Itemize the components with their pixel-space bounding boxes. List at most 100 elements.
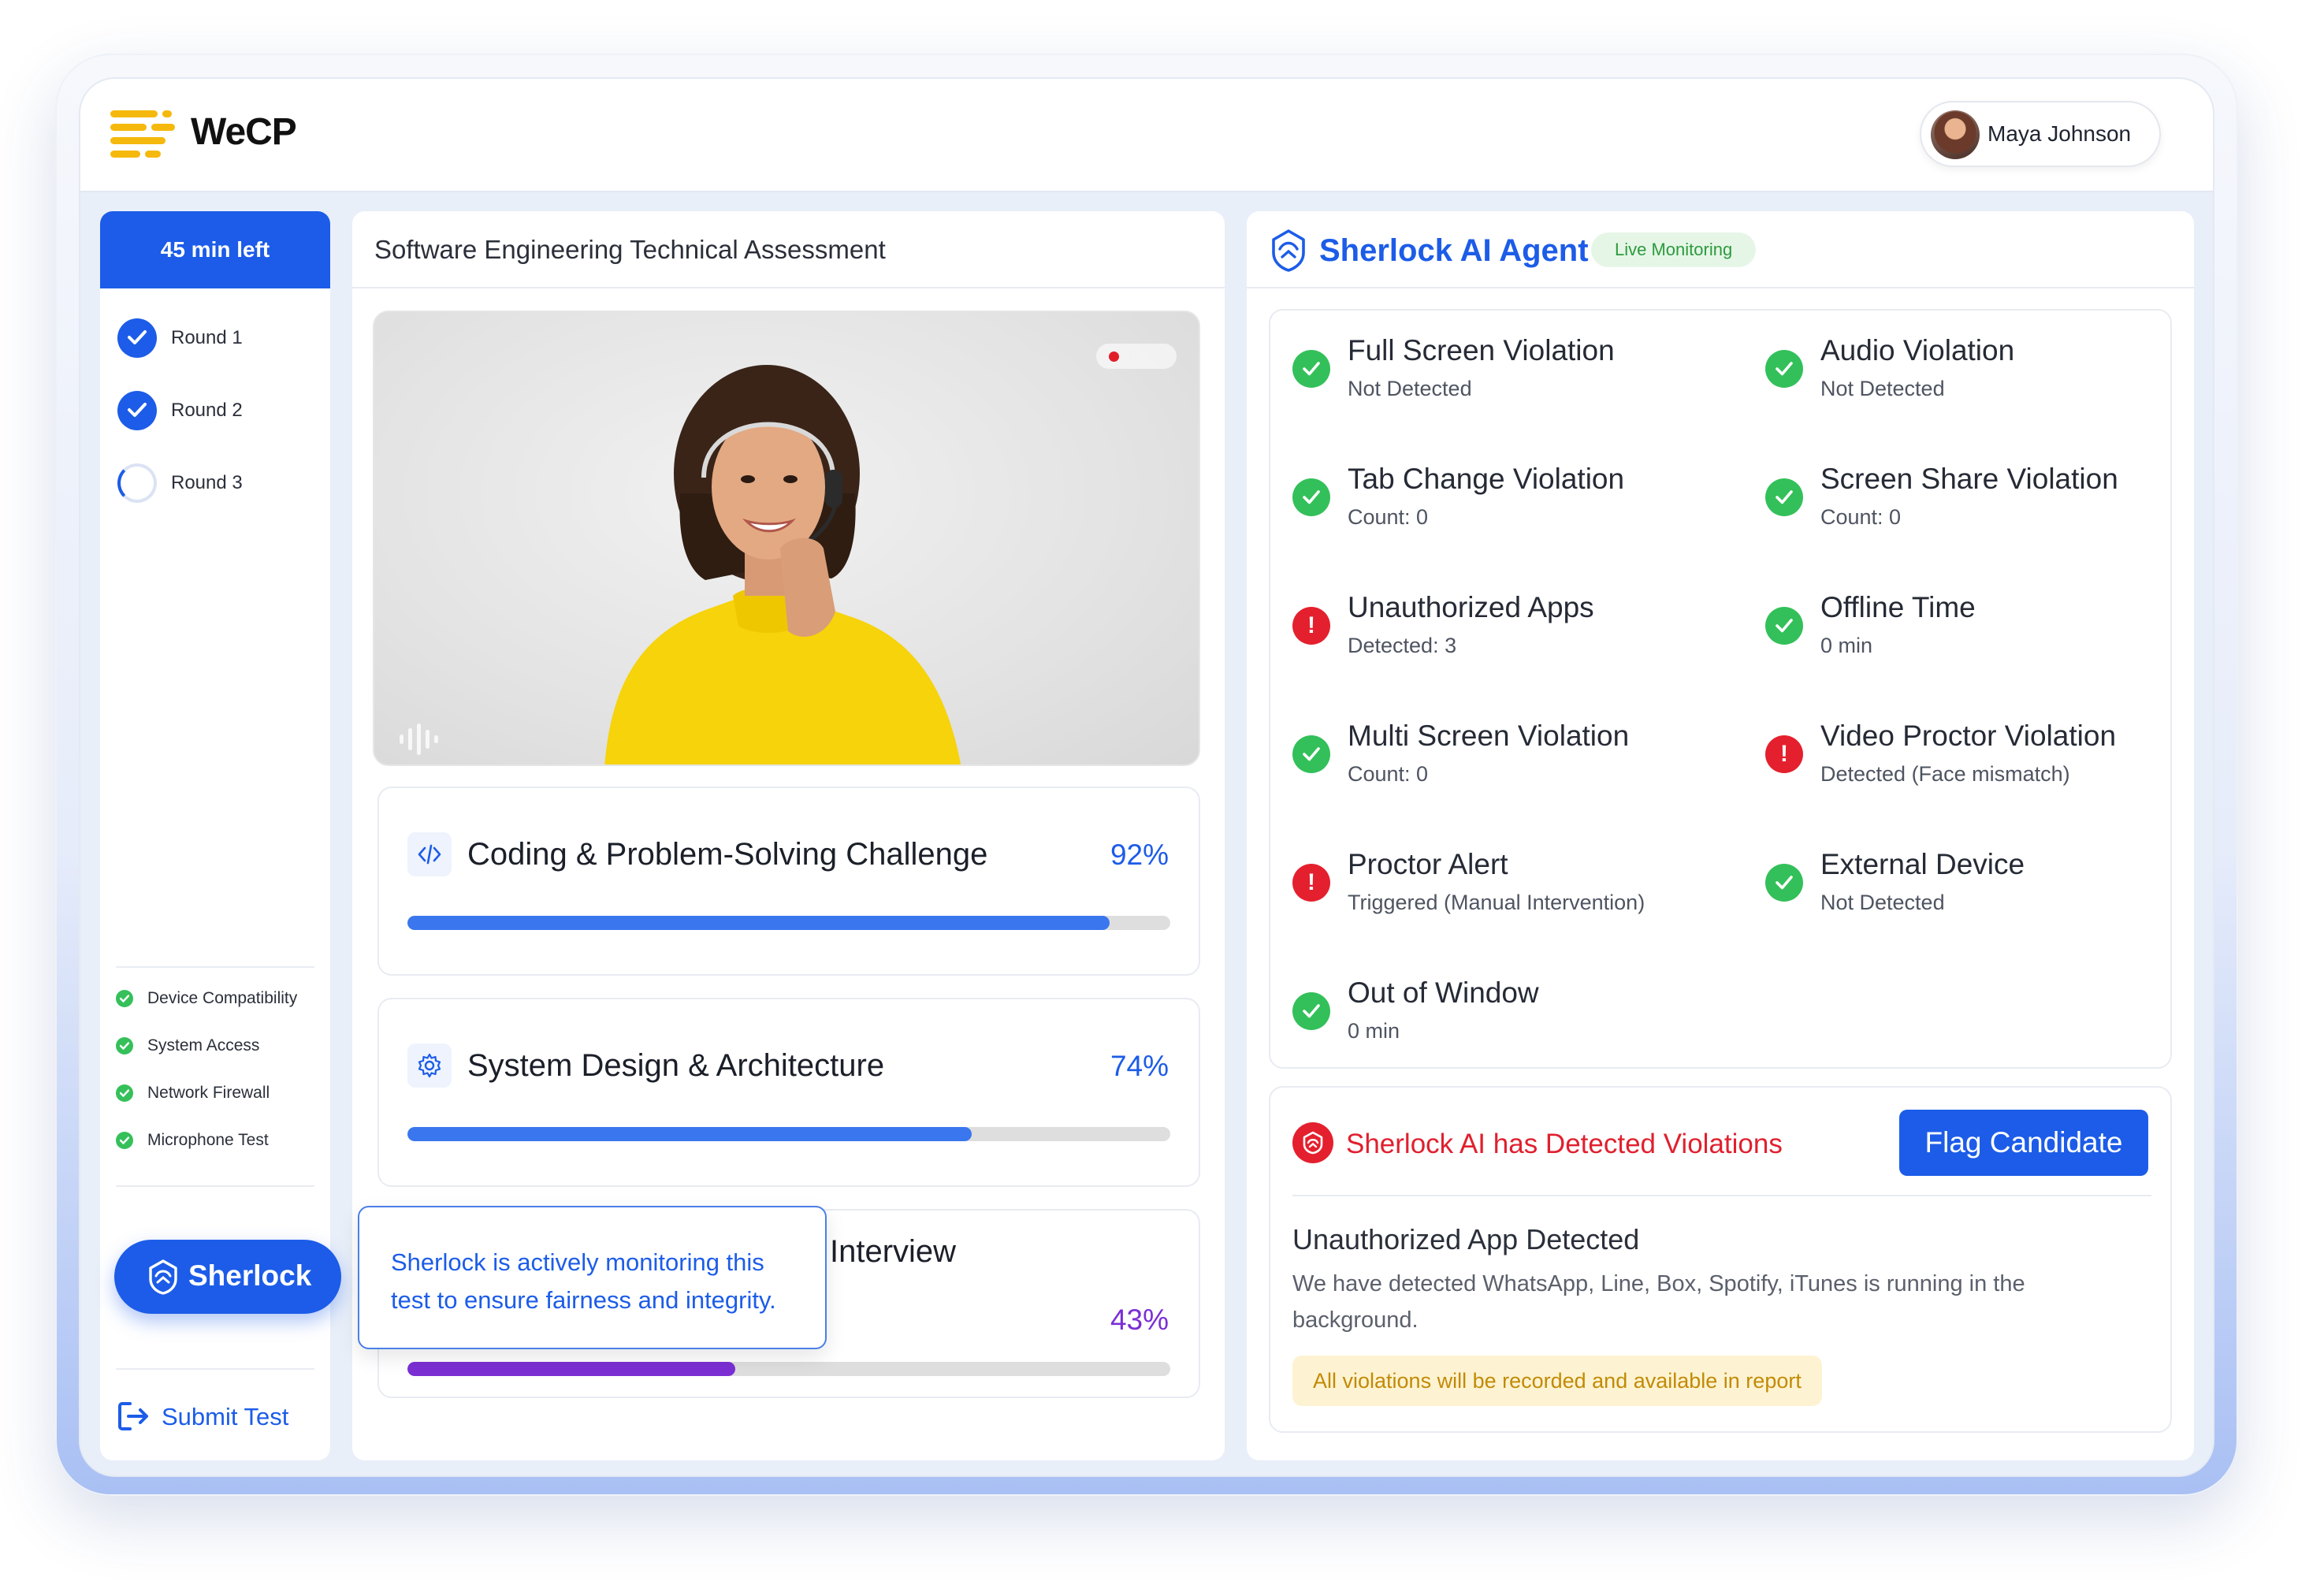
violation-item: External Device Not Detected [1765,848,2207,935]
sherlock-agent-icon [1272,229,1305,272]
violation-item: ! Proctor Alert Triggered (Manual Interven… [1292,848,1734,935]
violation-alert-card: Sherlock AI has Detected Violations Flag… [1269,1086,2172,1433]
violation-status: 0 min [1348,1019,1400,1043]
logout-icon [118,1402,148,1430]
sherlock-agent-panel: Sherlock AI Agent Live Monitoring Full S… [1247,211,2194,1460]
header: WeCP Maya Johnson [80,79,2213,192]
divider [116,966,314,968]
skill-name: Interview [830,1234,957,1269]
timer: 45 min left [100,211,330,288]
check-icon [1292,478,1330,516]
violation-title: Audio Violation [1820,334,2015,366]
violation-status: Not Detected [1820,891,1945,914]
violation-status: Not Detected [1348,377,1472,400]
violation-item: ! Video Proctor Violation Detected (Face m… [1765,720,2207,806]
recording-indicator: REC [1096,344,1177,369]
flag-candidate-button[interactable]: Flag Candidate [1899,1110,2148,1176]
violation-status: Not Detected [1820,377,1945,400]
divider [116,1368,314,1370]
round-label: Round 1 [171,327,243,348]
user-name: Maya Johnson [1987,121,2132,146]
violation-title: Video Proctor Violation [1820,720,2117,752]
skill-percent: 74% [1110,1050,1169,1082]
violation-item: Full Screen Violation Not Detected [1292,334,1734,421]
check-icon [1765,607,1803,645]
violation-title: Screen Share Violation [1820,463,2118,495]
progress-fill [407,916,1110,930]
app-window: WeCP Maya Johnson 45 min left Round 1 Ro… [80,79,2213,1475]
check-icon [116,1084,133,1102]
violation-status: 0 min [1820,634,1873,657]
check-icon [1292,350,1330,388]
skill-card-system-design[interactable]: System Design & Architecture 74% [377,998,1200,1187]
sherlock-button[interactable]: Sherlock [114,1240,341,1314]
violation-status: Detected: 3 [1348,634,1457,657]
progress-fill [407,1127,972,1141]
agent-title: Sherlock AI Agent [1319,233,1589,268]
divider [352,287,1225,288]
candidate-video: REC [373,311,1200,766]
skill-percent: 43% [1110,1304,1169,1336]
sherlock-alert-icon [1292,1122,1333,1163]
alert-heading: Unauthorized App Detected [1292,1223,1640,1255]
violation-status: Count: 0 [1348,505,1429,529]
progress-fill [407,1362,736,1376]
violation-item: Offline Time 0 min [1765,591,2207,678]
check-icon [117,318,157,358]
round-label: Round 3 [171,472,243,493]
violation-item: Audio Violation Not Detected [1765,334,2207,421]
violation-title: Unauthorized Apps [1348,591,1594,623]
skill-card-coding[interactable]: Coding & Problem-Solving Challenge 92% [377,787,1200,976]
skill-progress-bar [407,1127,1170,1141]
violations-grid: Full Screen Violation Not Detected Audio V… [1269,309,2172,1069]
violation-status: Triggered (Manual Intervention) [1348,891,1645,914]
alert-icon: ! [1292,607,1330,645]
violation-title: External Device [1820,848,2025,880]
violation-title: Out of Window [1348,976,1539,1009]
violation-item: Screen Share Violation Count: 0 [1765,463,2207,549]
violation-title: Offline Time [1820,591,1976,623]
violation-status: Detected (Face mismatch) [1820,762,2070,786]
violation-status: Count: 0 [1820,505,1902,529]
skill-name: Coding & Problem-Solving Challenge [467,837,988,872]
candidate-figure [604,365,961,764]
gear-icon [407,1043,452,1088]
user-menu[interactable]: Maya Johnson [1920,101,2161,167]
violation-item: Out of Window 0 min [1292,976,1734,1063]
round-label: Round 2 [171,400,243,421]
check-icon [116,1037,133,1055]
skill-percent: 92% [1110,839,1169,871]
violation-title: Multi Screen Violation [1348,720,1630,752]
violation-status: Count: 0 [1348,762,1429,786]
alert-description: We have detected WhatsApp, Line, Box, Sp… [1292,1271,2025,1333]
check-icon [1765,864,1803,902]
record-dot-icon [1109,352,1119,362]
live-monitoring-badge: Live Monitoring [1591,232,1757,267]
check-icon [116,1132,133,1149]
loading-spinner-icon [117,463,157,503]
wecp-logo-icon [110,110,178,159]
check-icon [117,391,157,430]
tooltip-text: Sherlock is actively monitoring this tes… [391,1248,776,1314]
violation-title: Full Screen Violation [1348,334,1615,366]
violation-item: Tab Change Violation Count: 0 [1292,463,1734,549]
divider [1292,1195,2151,1196]
skill-name: System Design & Architecture [467,1048,885,1083]
divider [1247,287,2194,288]
alert-icon: ! [1292,864,1330,902]
code-icon [407,832,452,876]
check-icon [1292,992,1330,1030]
report-note: All violations will be recorded and avai… [1292,1356,1822,1406]
assessment-title: Software Engineering Technical Assessmen… [374,235,886,264]
check-icon [116,990,133,1007]
alert-icon: ! [1765,735,1803,773]
skill-progress-bar [407,1362,1170,1376]
audio-wave-icon [400,723,438,755]
violation-title: Proctor Alert [1348,848,1508,880]
brand-name[interactable]: WeCP [191,110,297,154]
sherlock-tooltip: Sherlock is actively monitoring this tes… [358,1206,827,1349]
violation-item: ! Unauthorized Apps Detected: 3 [1292,591,1734,678]
violation-title: Tab Change Violation [1348,463,1625,495]
sherlock-hat-icon [149,1259,177,1295]
alert-title: Sherlock AI has Detected Violations [1346,1129,1783,1159]
